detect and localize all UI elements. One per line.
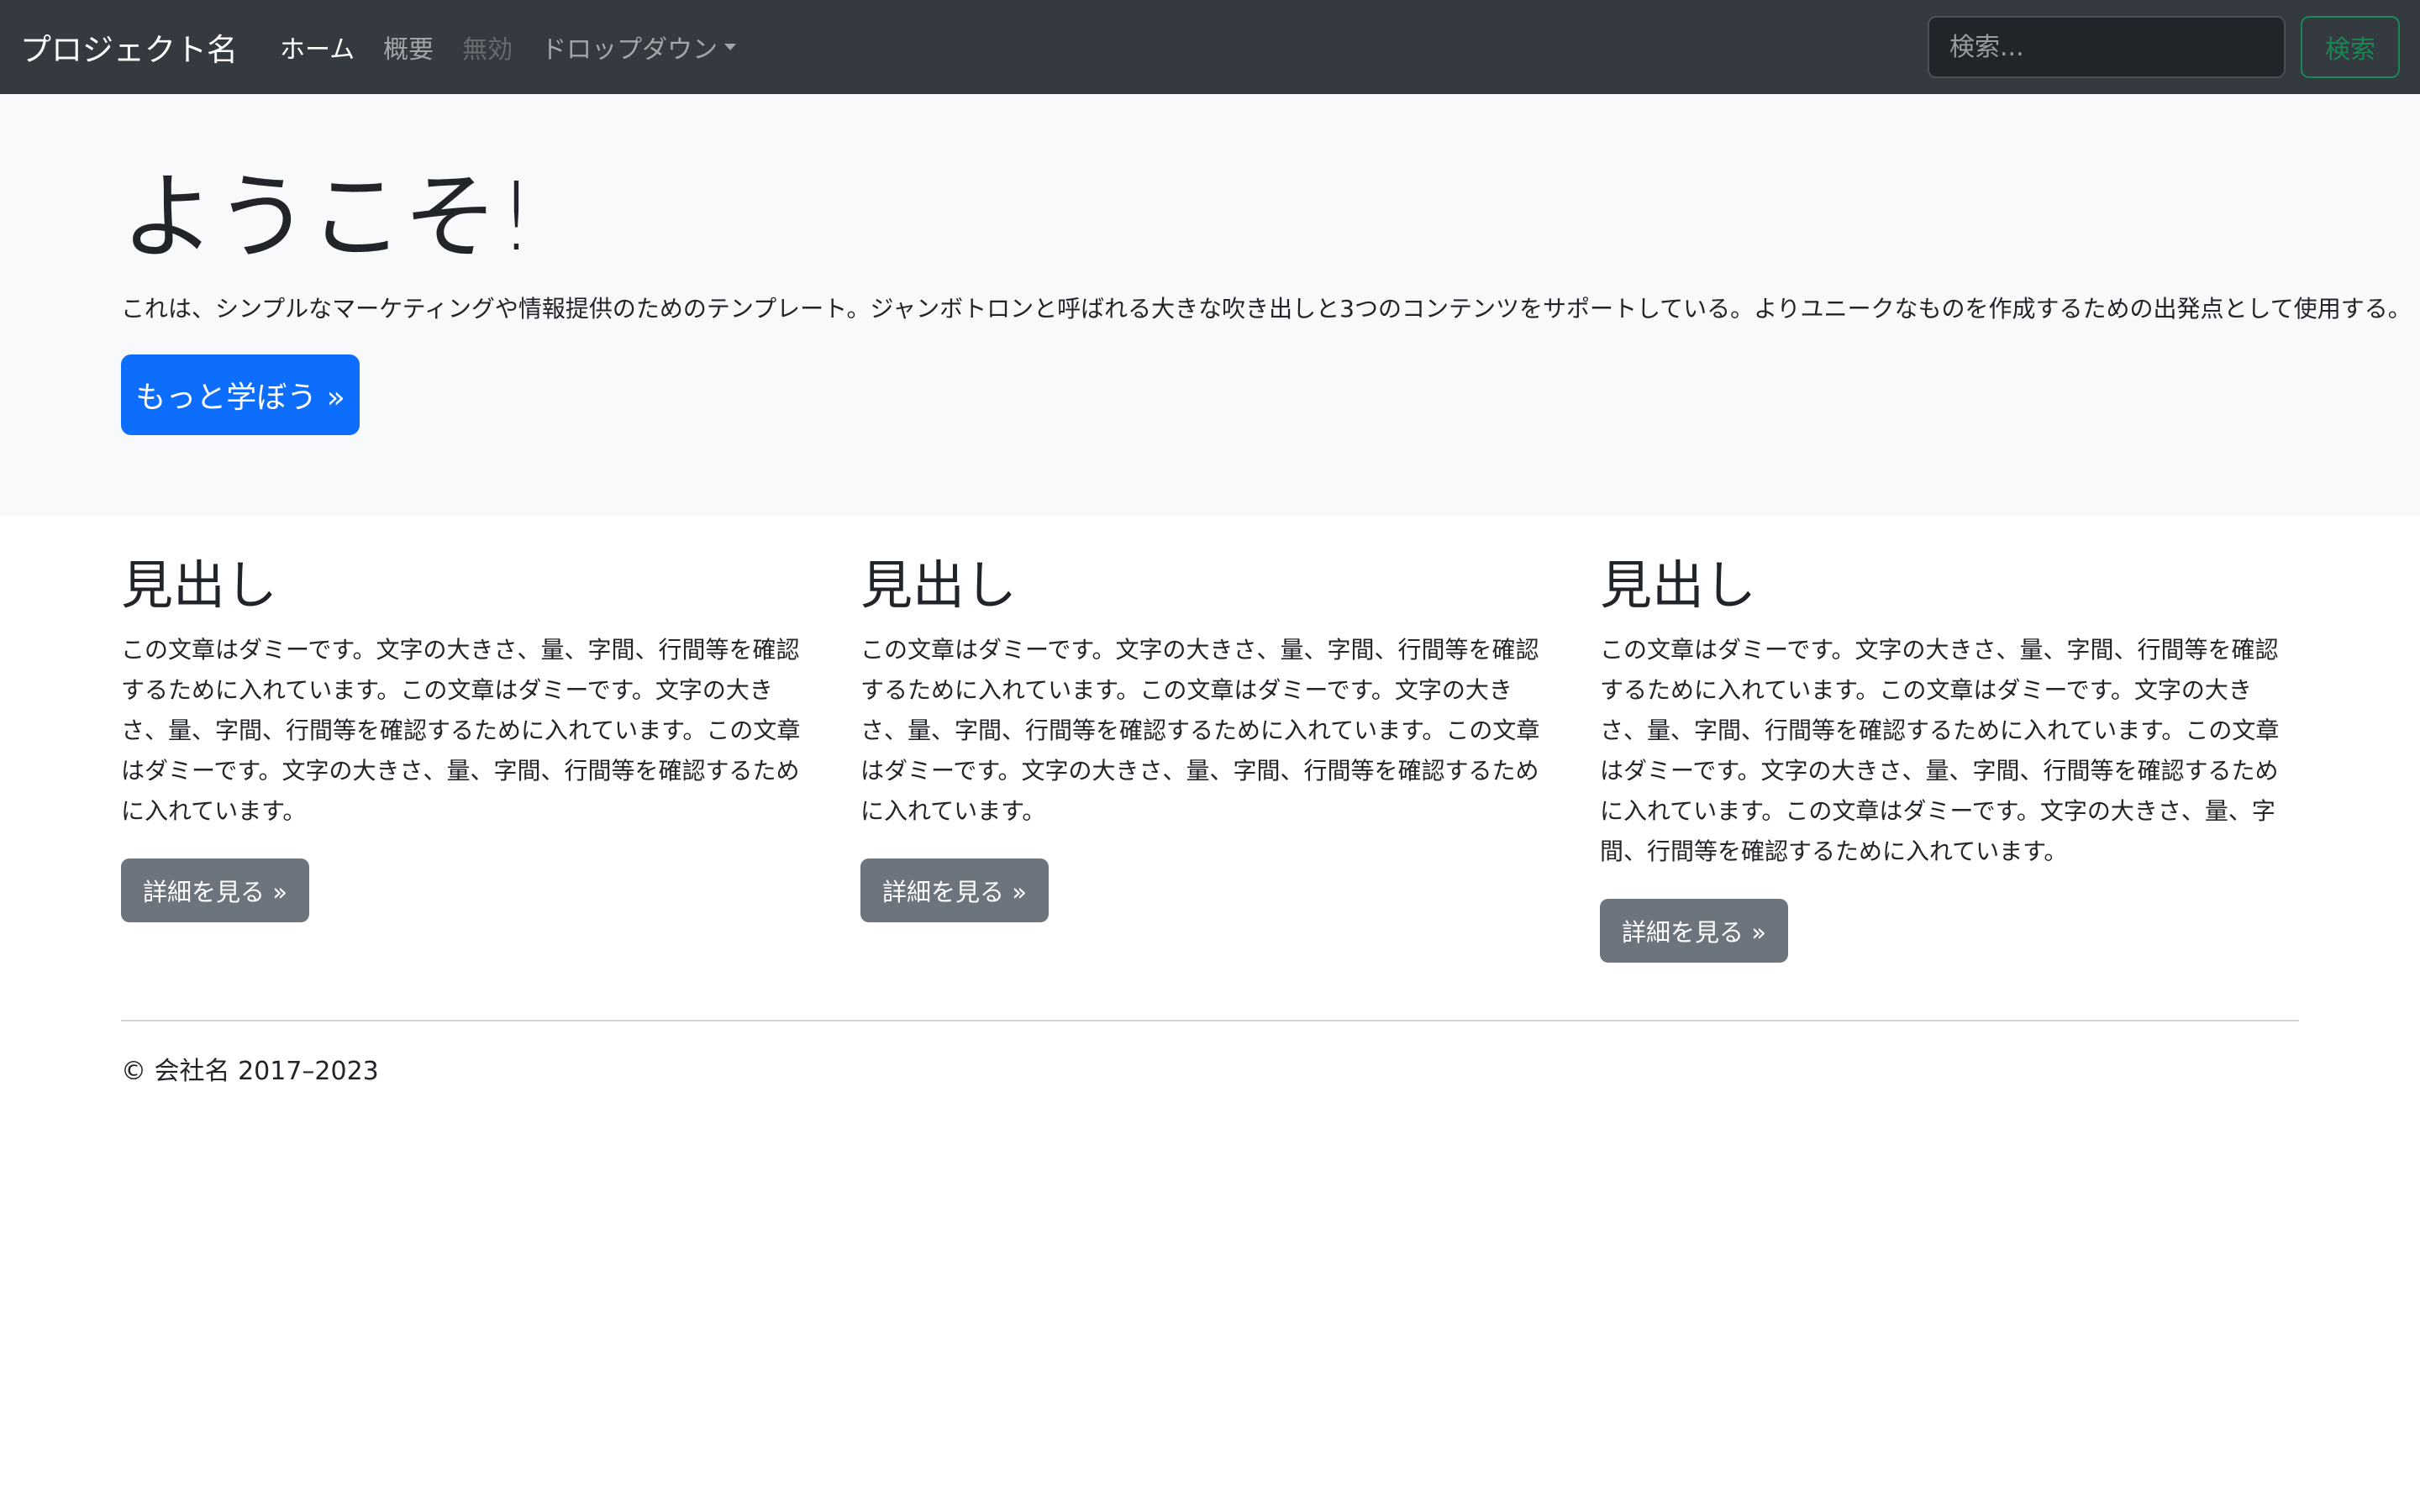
learn-more-button[interactable]: もっと学ぼう »: [121, 354, 360, 435]
footer-divider: [121, 1020, 2299, 1021]
view-details-button-1[interactable]: 詳細を見る »: [121, 858, 309, 923]
view-details-button-3[interactable]: 詳細を見る »: [1600, 899, 1788, 963]
search-button[interactable]: 検索: [2301, 16, 2400, 78]
view-details-button-2[interactable]: 詳細を見る »: [860, 858, 1049, 923]
nav-link-home[interactable]: ホーム: [280, 29, 355, 66]
navbar-brand[interactable]: プロジェクト名: [20, 24, 238, 70]
nav-link-about[interactable]: 概要: [383, 29, 434, 66]
column-heading: 見出し: [121, 554, 278, 616]
column-body: この文章はダミーです。文字の大きさ、量、字間、行間等を確認するために入れています…: [860, 636, 1540, 826]
footer-copyright: © 会社名 2017–2023: [121, 1057, 379, 1086]
content-column-1: 見出し この文章はダミーです。文字の大きさ、量、字間、行間等を確認するために入れ…: [121, 554, 817, 923]
nav-links: ホーム 概要 無効 ドロップダウン: [280, 29, 765, 66]
jumbotron-lead: これは、シンプルなマーケティングや情報提供のためのテンプレート。ジャンボトロンと…: [121, 295, 2412, 323]
jumbotron-title: ようこそ!: [121, 163, 535, 272]
nav-dropdown-label: ドロップダウン: [541, 35, 718, 65]
column-body: この文章はダミーです。文字の大きさ、量、字間、行間等を確認するために入れています…: [1600, 636, 2280, 866]
content-column-3: 見出し この文章はダミーです。文字の大きさ、量、字間、行間等を確認するために入れ…: [1600, 554, 2296, 963]
content-column-2: 見出し この文章はダミーです。文字の大きさ、量、字間、行間等を確認するために入れ…: [860, 554, 1556, 923]
jumbotron: ようこそ! これは、シンプルなマーケティングや情報提供のためのテンプレート。ジャ…: [0, 94, 2420, 516]
column-body: この文章はダミーです。文字の大きさ、量、字間、行間等を確認するために入れています…: [121, 636, 801, 826]
column-heading: 見出し: [860, 554, 1018, 616]
search-form: 検索: [1928, 16, 2400, 78]
top-navbar: プロジェクト名 ホーム 概要 無効 ドロップダウン 検索: [0, 0, 2420, 94]
caret-down-icon: [724, 44, 737, 50]
column-heading: 見出し: [1600, 554, 1757, 616]
nav-dropdown-toggle[interactable]: ドロップダウン: [541, 29, 737, 66]
search-input[interactable]: [1928, 16, 2286, 78]
nav-link-disabled: 無効: [462, 35, 513, 65]
